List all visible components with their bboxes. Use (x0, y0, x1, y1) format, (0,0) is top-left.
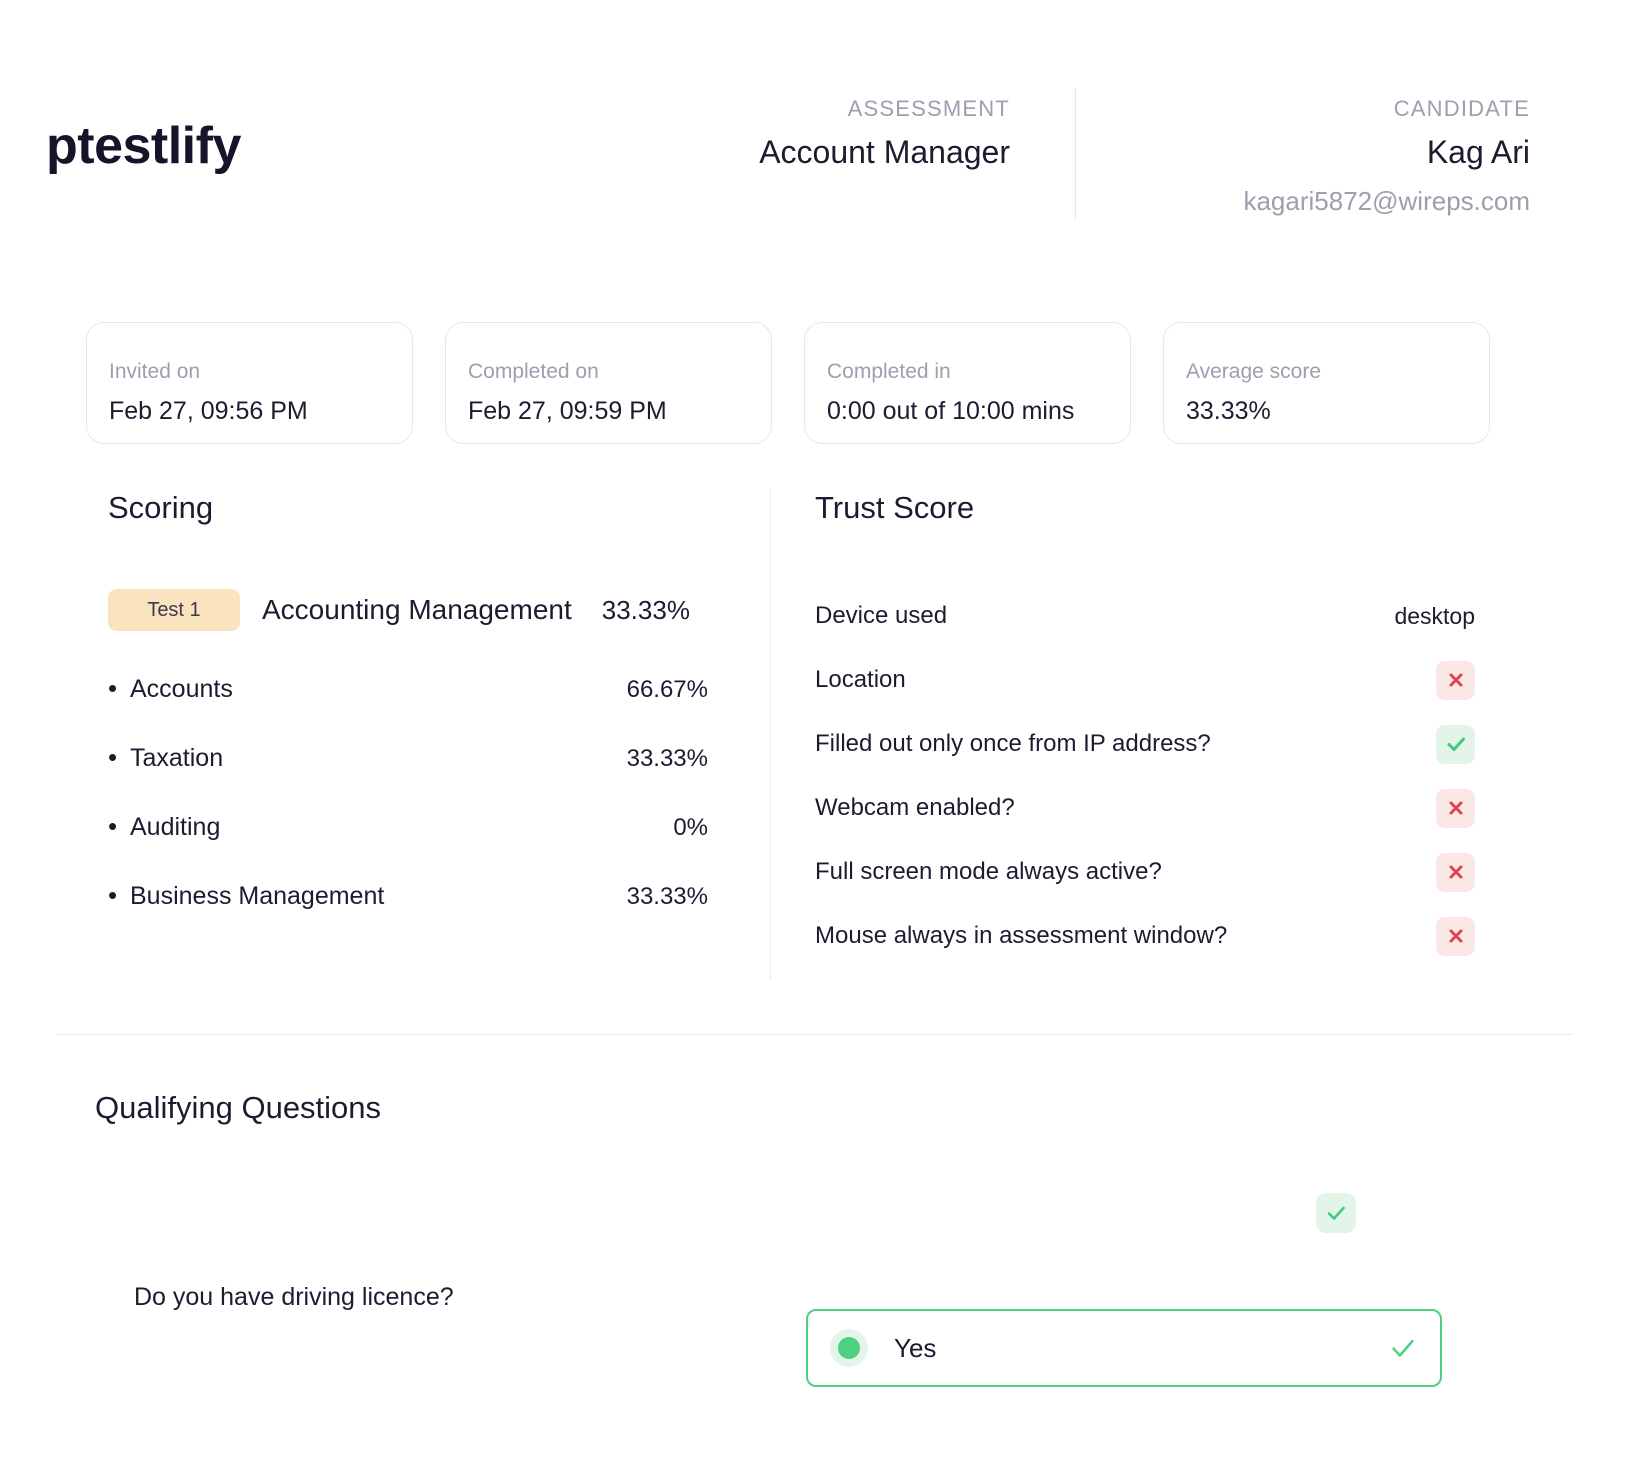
assessment-block: ASSESSMENT Account Manager (500, 96, 1010, 172)
test-name: Accounting Management (262, 594, 572, 625)
test-badge: Test 1 (108, 589, 240, 631)
check-icon (1327, 1206, 1345, 1220)
assessment-kicker: ASSESSMENT (847, 96, 1010, 121)
trust-row-webcam: Webcam enabled? (815, 776, 1475, 840)
stat-cards: Invited on Feb 27, 09:56 PM Completed on… (86, 322, 1490, 444)
stat-label: Average score (1186, 360, 1322, 383)
cross-icon (1448, 673, 1463, 687)
trust-score-section: Trust Score Device used desktop Location (815, 490, 1475, 968)
stat-card-invited-on: Invited on Feb 27, 09:56 PM (86, 322, 413, 444)
candidate-email: kagari5872@wireps.com (1243, 186, 1530, 217)
list-item: • Business Management 33.33% (108, 882, 708, 911)
check-icon (1392, 1339, 1414, 1357)
list-item: • Auditing 0% (108, 813, 708, 842)
stat-value: 33.33% (1186, 397, 1271, 426)
bullet-icon: • (108, 811, 118, 841)
status-badge (1436, 916, 1475, 956)
check-icon (1447, 737, 1465, 751)
stat-value: 0:00 out of 10:00 mins (827, 397, 1075, 426)
bullet-icon: • (108, 880, 118, 910)
assessment-report-page: ptestlify ASSESSMENT Account Manager CAN… (0, 0, 1630, 1470)
qualifying-questions-title: Qualifying Questions (95, 1090, 382, 1125)
score-name: Taxation (130, 744, 224, 772)
stat-value: Feb 27, 09:59 PM (468, 397, 667, 426)
test-score: 33.33% (601, 594, 690, 625)
score-value: 33.33% (626, 745, 708, 772)
trust-row-ip-address: Filled out only once from IP address? (815, 712, 1475, 776)
trust-label: Full screen mode always active? (815, 858, 1162, 885)
scoring-title: Scoring (108, 490, 214, 525)
cross-icon (1448, 801, 1463, 815)
cross-icon (1448, 929, 1463, 943)
assessment-title: Account Manager (759, 134, 1010, 171)
bullet-icon: • (108, 742, 118, 772)
stat-label: Completed in (827, 360, 951, 383)
status-badge (1436, 852, 1475, 892)
cross-icon (1448, 865, 1463, 879)
status-badge (1436, 788, 1475, 828)
trust-row-device-used: Device used desktop (815, 584, 1475, 648)
list-item: • Taxation 33.33% (108, 744, 708, 773)
radio-dot (838, 1337, 860, 1359)
list-item: • Accounts 66.67% (108, 675, 708, 704)
report-columns: Scoring Test 1 Accounting Management 33.… (0, 490, 1630, 980)
trust-label: Filled out only once from IP address? (815, 730, 1211, 757)
score-value: 66.67% (626, 676, 708, 703)
section-divider (57, 1034, 1573, 1035)
radio-selected-icon[interactable] (830, 1329, 868, 1367)
status-badge (1436, 660, 1475, 700)
trust-score-title: Trust Score (815, 490, 975, 525)
stat-card-completed-on: Completed on Feb 27, 09:59 PM (445, 322, 772, 444)
stat-card-average-score: Average score 33.33% (1163, 322, 1490, 444)
page-header: ptestlify ASSESSMENT Account Manager CAN… (0, 0, 1630, 280)
trust-score-list: Device used desktop Location Filled out … (815, 584, 1475, 968)
status-badge (1436, 724, 1475, 764)
stat-card-completed-in: Completed in 0:00 out of 10:00 mins (804, 322, 1131, 444)
trust-label: Location (815, 666, 906, 693)
column-divider (770, 490, 771, 980)
qualifying-answer-option[interactable]: Yes (806, 1309, 1442, 1387)
candidate-kicker: CANDIDATE (1393, 96, 1530, 121)
score-breakdown-list: • Accounts 66.67% • Taxation 33.33% • Au… (108, 675, 708, 911)
trust-row-location: Location (815, 648, 1475, 712)
qualifying-answer-label: Yes (894, 1332, 937, 1363)
candidate-name: Kag Ari (1426, 134, 1530, 171)
stat-value: Feb 27, 09:56 PM (109, 397, 308, 426)
scoring-test-row: Test 1 Accounting Management 33.33% (108, 589, 708, 631)
scoring-section: Scoring Test 1 Accounting Management 33.… (108, 490, 708, 951)
candidate-block: CANDIDATE Kag Ari kagari5872@wireps.com (1000, 96, 1530, 218)
score-value: 0% (673, 814, 708, 841)
score-name: Business Management (130, 882, 385, 910)
score-value: 33.33% (626, 883, 708, 910)
score-name: Auditing (130, 813, 221, 841)
answer-correct-icon (1388, 1333, 1418, 1363)
trust-label: Mouse always in assessment window? (815, 922, 1228, 949)
trust-label: Webcam enabled? (815, 794, 1015, 821)
trust-row-mouse-window: Mouse always in assessment window? (815, 904, 1475, 968)
score-name: Accounts (130, 675, 233, 703)
qualifying-status-badge (1316, 1193, 1356, 1233)
trust-row-full-screen: Full screen mode always active? (815, 840, 1475, 904)
brand-logo: ptestlify (46, 117, 241, 175)
trust-value: desktop (1394, 602, 1475, 629)
qualifying-question-text: Do you have driving licence? (134, 1283, 454, 1311)
stat-label: Completed on (468, 360, 599, 383)
stat-label: Invited on (109, 360, 201, 383)
trust-label: Device used (815, 602, 948, 629)
bullet-icon: • (108, 673, 118, 703)
